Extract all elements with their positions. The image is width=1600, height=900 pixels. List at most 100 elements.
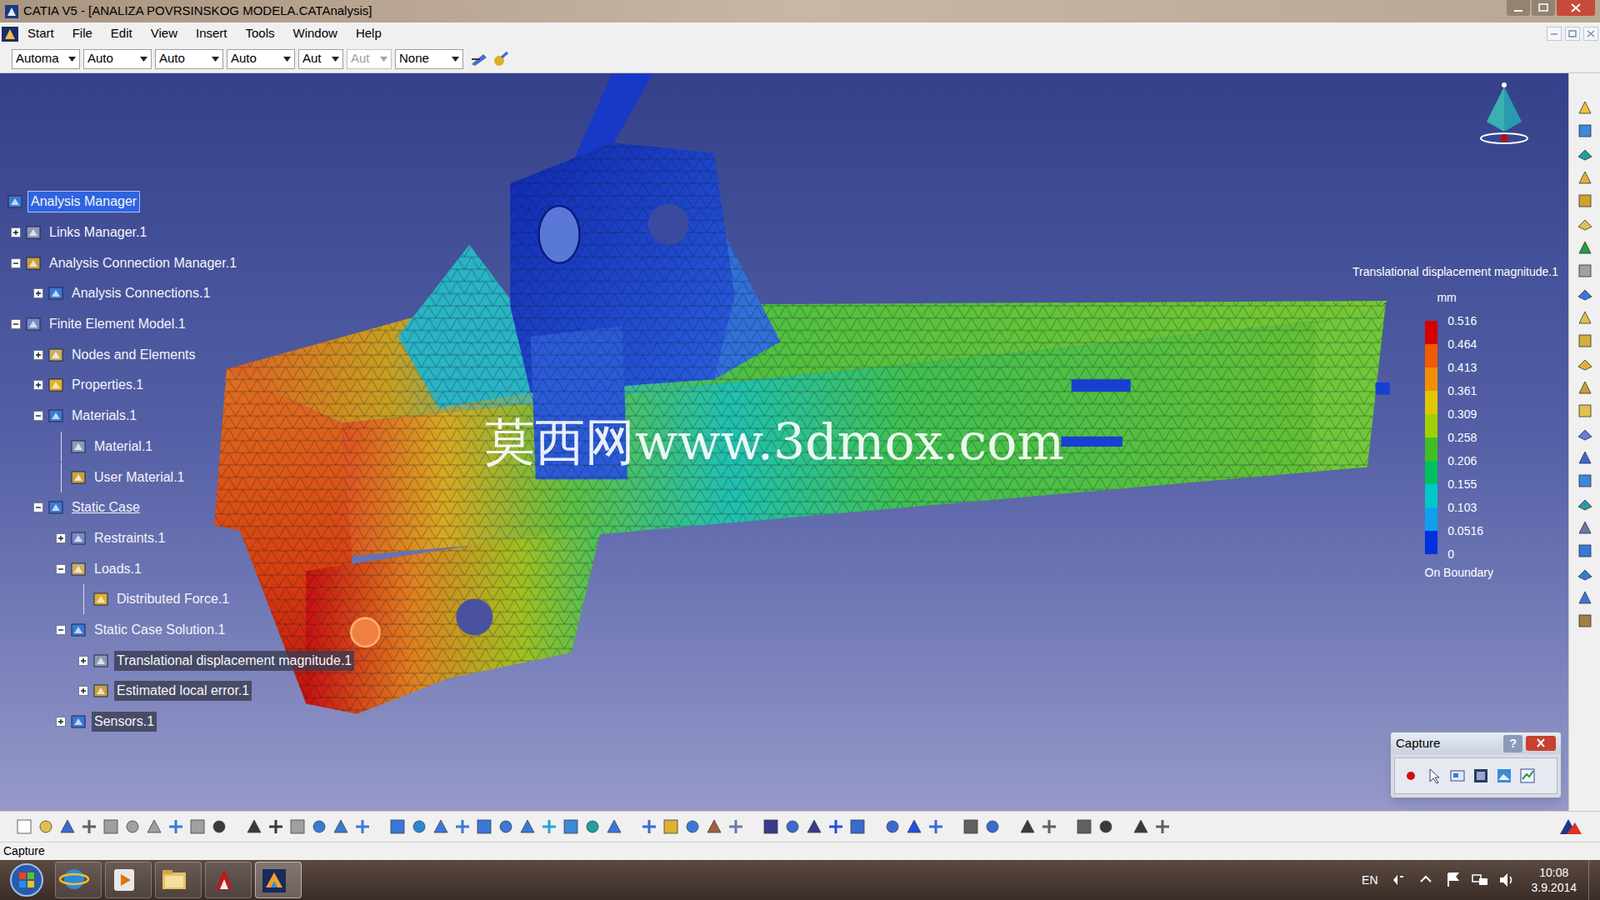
tree-item[interactable]: Sensors.1 [6,706,355,738]
style-dropdown[interactable]: Auto [226,49,295,70]
tool-icon[interactable] [331,817,350,836]
tree-item[interactable]: Loads.1 [6,553,355,585]
tree-label[interactable]: Distributed Force.1 [114,589,232,610]
tool-icon[interactable] [475,817,494,836]
tool-icon[interactable] [36,817,55,836]
tree-item[interactable]: User Material.1 [6,461,355,493]
tool-icon[interactable] [1575,518,1595,537]
expand-icon[interactable] [10,227,21,238]
tool-icon[interactable] [905,817,924,836]
tree-item[interactable]: Material.1 [6,431,355,463]
tool-icon[interactable] [1575,215,1595,234]
tree-label[interactable]: Estimated local error.1 [114,680,252,701]
collapse-icon[interactable] [55,625,66,635]
tree-item[interactable]: Materials.1 [6,400,355,432]
tool-icon[interactable] [1575,588,1595,607]
tool-icon[interactable] [58,817,77,836]
tree-item[interactable]: Properties.1 [6,370,355,401]
capture-toolbar[interactable]: Capture? [1390,731,1562,799]
tool-icon[interactable] [431,817,450,836]
action-center-icon[interactable] [1443,870,1464,890]
expand-icon[interactable] [33,380,44,390]
tool-icon[interactable] [1575,285,1595,304]
tool-icon[interactable] [961,817,980,836]
style-dropdown[interactable]: Aut [346,49,392,70]
menu-item[interactable]: View [141,24,187,44]
capture-settings-icon[interactable] [1518,766,1537,785]
tool-icon[interactable] [640,817,659,836]
menu-item[interactable]: Insert [186,24,237,44]
media-player-icon[interactable] [105,861,152,899]
tool-icon[interactable] [453,817,472,836]
tool-icon[interactable] [848,817,867,836]
tool-icon[interactable] [983,817,1002,836]
tree-item[interactable]: Analysis Connections.1 [6,278,355,310]
tree-label[interactable]: Static Case [69,497,143,518]
tree-item[interactable]: Restraints.1 [6,523,355,555]
tool-icon[interactable] [388,817,407,836]
tree-item[interactable]: Static Case Solution.1 [6,615,355,646]
clock[interactable]: 10:083.9.2014 [1531,865,1578,895]
tool-icon[interactable] [583,817,602,836]
tree-item[interactable]: Static Case [6,492,355,524]
start-logo-icon[interactable] [1,26,19,42]
start-button-icon[interactable] [8,861,45,899]
tool-icon[interactable] [1575,541,1595,560]
internet-explorer-icon[interactable] [55,861,102,899]
tool-icon[interactable] [540,817,559,836]
tool-icon[interactable] [1575,355,1595,374]
tool-icon[interactable] [1575,565,1595,584]
tree-label[interactable]: Static Case Solution.1 [91,620,228,640]
tool-icon[interactable] [1575,168,1595,187]
doc-close-icon[interactable] [1583,26,1599,41]
collapse-icon[interactable] [10,319,21,330]
tool-icon[interactable] [1575,261,1595,280]
menu-item[interactable]: Start [18,24,64,44]
catia-icon[interactable] [255,861,302,899]
tool-icon[interactable] [1575,495,1595,514]
tool-icon[interactable] [1040,817,1059,836]
style-dropdown[interactable]: None [395,49,464,70]
tool-icon[interactable] [683,817,702,836]
tool-icon[interactable] [1575,238,1595,257]
doc-restore-icon[interactable] [1565,26,1580,41]
help-button[interactable]: ? [1503,735,1523,753]
tree-label[interactable]: Sensors.1 [91,711,157,732]
tool-icon[interactable] [353,817,372,836]
tool-icon[interactable] [288,817,307,836]
tool-icon[interactable] [726,817,745,836]
expand-icon[interactable] [78,685,89,696]
collapse-icon[interactable] [55,564,66,575]
tool-icon[interactable] [1575,98,1595,117]
tree-item[interactable]: Nodes and Elements [6,339,355,370]
tree-label[interactable]: Links Manager.1 [46,222,150,243]
tree-label[interactable]: Finite Element Model.1 [46,314,189,335]
tool-icon[interactable] [1075,817,1094,836]
tool-icon[interactable] [1018,817,1037,836]
tool-icon[interactable] [1575,331,1595,350]
tree-label[interactable]: Material.1 [91,436,155,457]
album-icon[interactable] [1495,766,1514,785]
tree-label[interactable]: Analysis Connections.1 [69,283,213,304]
autocad-icon[interactable] [205,861,252,899]
expand-icon[interactable] [55,716,66,727]
tool-icon[interactable] [883,817,902,836]
tree-label[interactable]: Restraints.1 [91,528,168,549]
keyboard-icon[interactable] [1390,870,1410,890]
doc-minimize-icon[interactable] [1546,26,1562,41]
tree-label[interactable]: Translational displacement magnitude.1 [114,650,355,671]
expand-icon[interactable] [78,655,89,666]
tool-icon[interactable] [496,817,515,836]
tool-icon[interactable] [805,817,824,836]
tree-item[interactable]: Translational displacement magnitude.1 [6,645,355,676]
volume-icon[interactable] [1496,870,1517,890]
tool-icon[interactable] [1575,401,1595,420]
tool-icon[interactable] [1131,817,1150,836]
tool-icon[interactable] [1575,471,1595,490]
tool-icon[interactable] [145,817,164,836]
tool-icon[interactable] [826,817,845,836]
capture-screen-icon[interactable] [1471,766,1490,785]
tool-icon[interactable] [123,817,142,836]
tool-icon[interactable] [1575,121,1595,140]
collapse-icon[interactable] [10,258,21,269]
